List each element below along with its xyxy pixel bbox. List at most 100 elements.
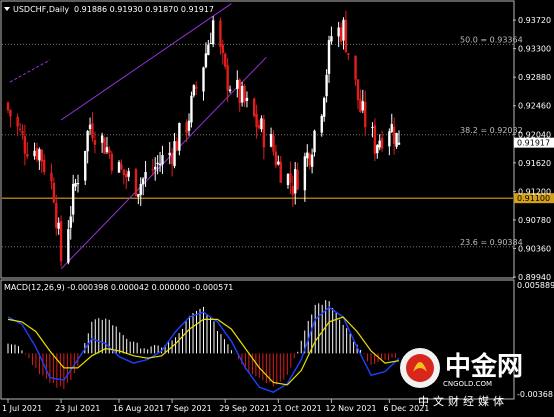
candle-body: [127, 171, 130, 177]
fibonacci-levels[interactable]: 50.0 = 0.93364 38.2 = 0.92032 23.6 = 0.903…: [2, 35, 523, 248]
candle-body: [236, 79, 239, 89]
candle-body: [141, 178, 145, 185]
candle-body: [257, 125, 261, 129]
candle-body: [71, 183, 75, 215]
candle-body: [190, 95, 193, 123]
candle-body: [296, 170, 299, 190]
candle-body: [243, 85, 246, 103]
candle-body: [272, 136, 275, 152]
time-tick-label: 7 Sep 2021: [166, 404, 212, 413]
candle-body: [21, 131, 24, 134]
symbol-dropdown-icon[interactable]: [4, 7, 10, 11]
candle-body: [55, 202, 58, 228]
fib-label: 50.0 = 0.93364: [460, 35, 523, 44]
candle-body: [322, 97, 326, 117]
candle-body: [255, 113, 258, 128]
candle-body: [303, 156, 307, 191]
candle-body: [325, 74, 328, 97]
watermark-domain: CNGOLD.COM: [443, 380, 492, 388]
candle-body: [120, 164, 123, 169]
candle-body: [204, 53, 208, 68]
candle-body: [308, 153, 311, 166]
candle-body: [376, 145, 379, 154]
candle-body: [154, 166, 157, 170]
macd-panel-frame: [0, 279, 515, 400]
time-tick-label: 29 Sep 2021: [219, 404, 270, 413]
candle-body: [390, 124, 393, 132]
candle-body: [289, 173, 292, 184]
candle-body: [23, 136, 27, 154]
candle-body: [110, 153, 113, 171]
candle-body: [76, 183, 80, 185]
candle-body: [330, 36, 333, 42]
candle-body: [173, 141, 176, 167]
channel-lower-line[interactable]: [60, 56, 267, 270]
candle-body: [74, 182, 77, 187]
candle-body: [291, 185, 295, 195]
candle-body: [192, 85, 196, 96]
horizontal-support-line[interactable]: 0.91100: [2, 193, 554, 204]
price-tick-label: 0.92880: [518, 73, 551, 82]
candle-body: [327, 40, 331, 74]
candle-body: [100, 135, 104, 143]
candle-body: [139, 183, 142, 195]
candle-body: [9, 110, 12, 117]
trend-line-fragment[interactable]: [9, 59, 51, 83]
candle-body: [277, 161, 280, 165]
candle-body: [238, 79, 241, 104]
candle-body: [269, 134, 273, 147]
candle-body: [342, 19, 345, 41]
candle-body: [84, 150, 87, 181]
candle-body: [320, 115, 323, 133]
candle-body: [144, 171, 147, 179]
candle-body: [359, 98, 362, 112]
candle-body: [93, 140, 97, 145]
candle-body: [397, 142, 401, 145]
ohlc-readout: 0.91886 0.91930 0.91870 0.91917: [74, 5, 214, 14]
candle-body: [240, 85, 244, 103]
price-tick-label: 0.90360: [518, 244, 551, 253]
candle-body: [211, 20, 215, 45]
candle-body: [105, 147, 109, 153]
candle-body: [395, 132, 398, 147]
candle-body: [57, 222, 60, 229]
candle-body: [209, 43, 212, 45]
candle-body: [388, 131, 391, 147]
time-tick-label: 12 Nov 2021: [325, 404, 376, 413]
candle-body: [279, 161, 282, 183]
candle-body: [137, 194, 140, 197]
price-tick-label: 0.91200: [518, 187, 551, 196]
symbol-label[interactable]: USDCHF,Daily: [13, 5, 69, 14]
candle-body: [339, 27, 343, 42]
candle-body: [108, 149, 111, 154]
candle-body: [347, 53, 350, 55]
candle-body: [364, 101, 367, 128]
candle-body: [354, 55, 357, 80]
candle-body: [378, 140, 381, 148]
candle-body: [6, 102, 10, 111]
candle-body: [40, 149, 43, 162]
candle-body: [187, 120, 191, 131]
candle-body: [185, 122, 188, 134]
chart-window[interactable]: USDCHF,Daily 0.91886 0.91930 0.91870 0.9…: [0, 0, 554, 417]
candle-body: [86, 130, 89, 152]
main-panel-frame: [0, 0, 515, 279]
candle-body: [50, 172, 53, 182]
cngold-watermark: 中金网 CNGOLD.COM 中文财经媒体: [400, 348, 523, 408]
time-tick-label: 16 Aug 2021: [113, 404, 164, 413]
candle-body: [226, 65, 229, 91]
time-axis[interactable]: 1 Jul 2021 23 Jul 2021 16 Aug 2021 7 Sep 20…: [2, 399, 429, 413]
candle-body: [262, 119, 266, 148]
candle-body: [156, 162, 159, 165]
price-tick-label: 0.93720: [518, 16, 551, 25]
candle-body: [134, 169, 138, 196]
candle-body: [371, 126, 374, 128]
candle-body: [286, 174, 290, 186]
price-tick-label: 0.93300: [518, 45, 551, 54]
candle-body: [202, 67, 205, 92]
candle-body: [161, 155, 164, 165]
candle-body: [18, 128, 22, 130]
chart-canvas[interactable]: USDCHF,Daily 0.91886 0.91930 0.91870 0.9…: [0, 0, 554, 417]
candle-body: [310, 154, 314, 167]
candle-body: [344, 19, 348, 53]
